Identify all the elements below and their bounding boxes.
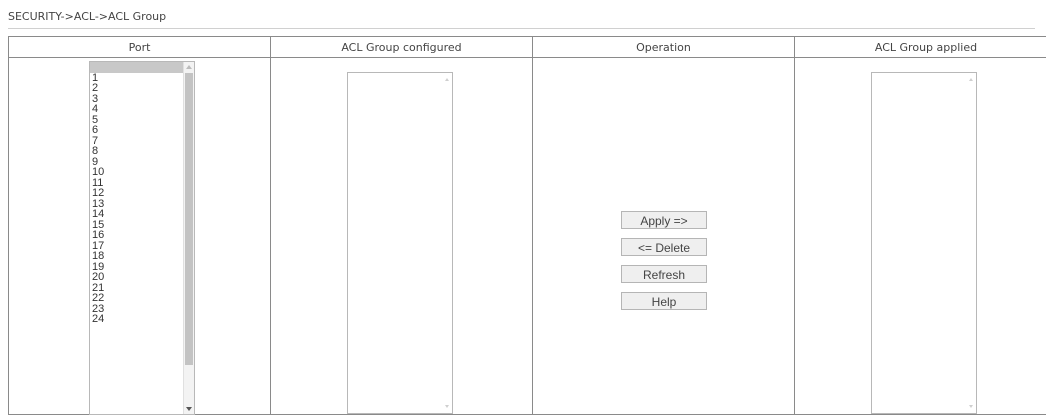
acl-applied-listbox[interactable]	[871, 72, 977, 414]
port-option[interactable]: 24	[90, 314, 184, 325]
port-option[interactable]: 14	[90, 209, 184, 220]
header-port: Port	[8, 36, 271, 58]
acl-group-table: Port ACL Group configured Operation ACL …	[8, 36, 1046, 415]
port-option[interactable]: 15	[90, 219, 184, 231]
port-option[interactable]: 7	[90, 135, 184, 147]
port-option[interactable]: 4	[90, 104, 184, 115]
port-scrollbar[interactable]	[183, 62, 194, 414]
port-option[interactable]: 20	[90, 272, 184, 283]
scroll-up-arrow-icon[interactable]	[186, 65, 192, 69]
operation-cell: Apply => <= Delete Refresh Help	[532, 57, 795, 415]
scroll-up-arrow-icon[interactable]	[969, 78, 973, 81]
scroll-down-arrow-icon[interactable]	[186, 407, 192, 411]
port-option[interactable]: 12	[90, 188, 184, 199]
scroll-up-arrow-icon[interactable]	[445, 78, 449, 81]
header-acl-applied: ACL Group applied	[794, 36, 1046, 58]
help-button[interactable]: Help	[621, 292, 707, 310]
acl-configured-listbox[interactable]	[347, 72, 453, 414]
refresh-button[interactable]: Refresh	[621, 265, 707, 283]
scroll-down-arrow-icon[interactable]	[969, 405, 973, 408]
acl-applied-cell	[794, 57, 1046, 415]
port-option[interactable]: 19	[90, 261, 184, 273]
port-items: 1 2 3 4 5 6 7 8 9 10 11 12 13 14 15 16 17 18 19 20 21 22 23 24	[90, 62, 184, 325]
port-option[interactable]: 2	[90, 83, 184, 94]
port-option[interactable]: 18	[90, 251, 184, 262]
port-option[interactable]: 8	[90, 146, 184, 157]
header-acl-configured: ACL Group configured	[270, 36, 533, 58]
port-option[interactable]: 13	[90, 198, 184, 210]
port-listbox[interactable]: 1 2 3 4 5 6 7 8 9 10 11 12 13 14 15 16 17 18 19 20 21 22 23 24	[89, 61, 195, 415]
port-option[interactable]	[90, 62, 184, 73]
port-option[interactable]: 21	[90, 282, 184, 294]
scroll-down-arrow-icon[interactable]	[445, 405, 449, 408]
port-option[interactable]: 6	[90, 125, 184, 136]
port-option[interactable]: 22	[90, 293, 184, 304]
breadcrumb: SECURITY->ACL->ACL Group	[8, 10, 167, 23]
port-option[interactable]: 3	[90, 93, 184, 105]
port-option[interactable]: 1	[90, 72, 184, 84]
breadcrumb-divider	[8, 28, 1035, 29]
port-option[interactable]: 9	[90, 156, 184, 168]
port-option[interactable]: 16	[90, 230, 184, 241]
operation-buttons: Apply => <= Delete Refresh Help	[621, 211, 707, 319]
port-cell: 1 2 3 4 5 6 7 8 9 10 11 12 13 14 15 16 17 18 19 20 21 22 23 24	[8, 57, 271, 415]
port-option[interactable]: 10	[90, 167, 184, 178]
header-operation: Operation	[532, 36, 795, 58]
port-option[interactable]: 11	[90, 177, 184, 189]
delete-button[interactable]: <= Delete	[621, 238, 707, 256]
acl-configured-cell	[270, 57, 533, 415]
port-option[interactable]: 23	[90, 303, 184, 315]
port-option[interactable]: 5	[90, 114, 184, 126]
port-option[interactable]: 17	[90, 240, 184, 252]
apply-button[interactable]: Apply =>	[621, 211, 707, 229]
scroll-thumb[interactable]	[185, 73, 193, 365]
